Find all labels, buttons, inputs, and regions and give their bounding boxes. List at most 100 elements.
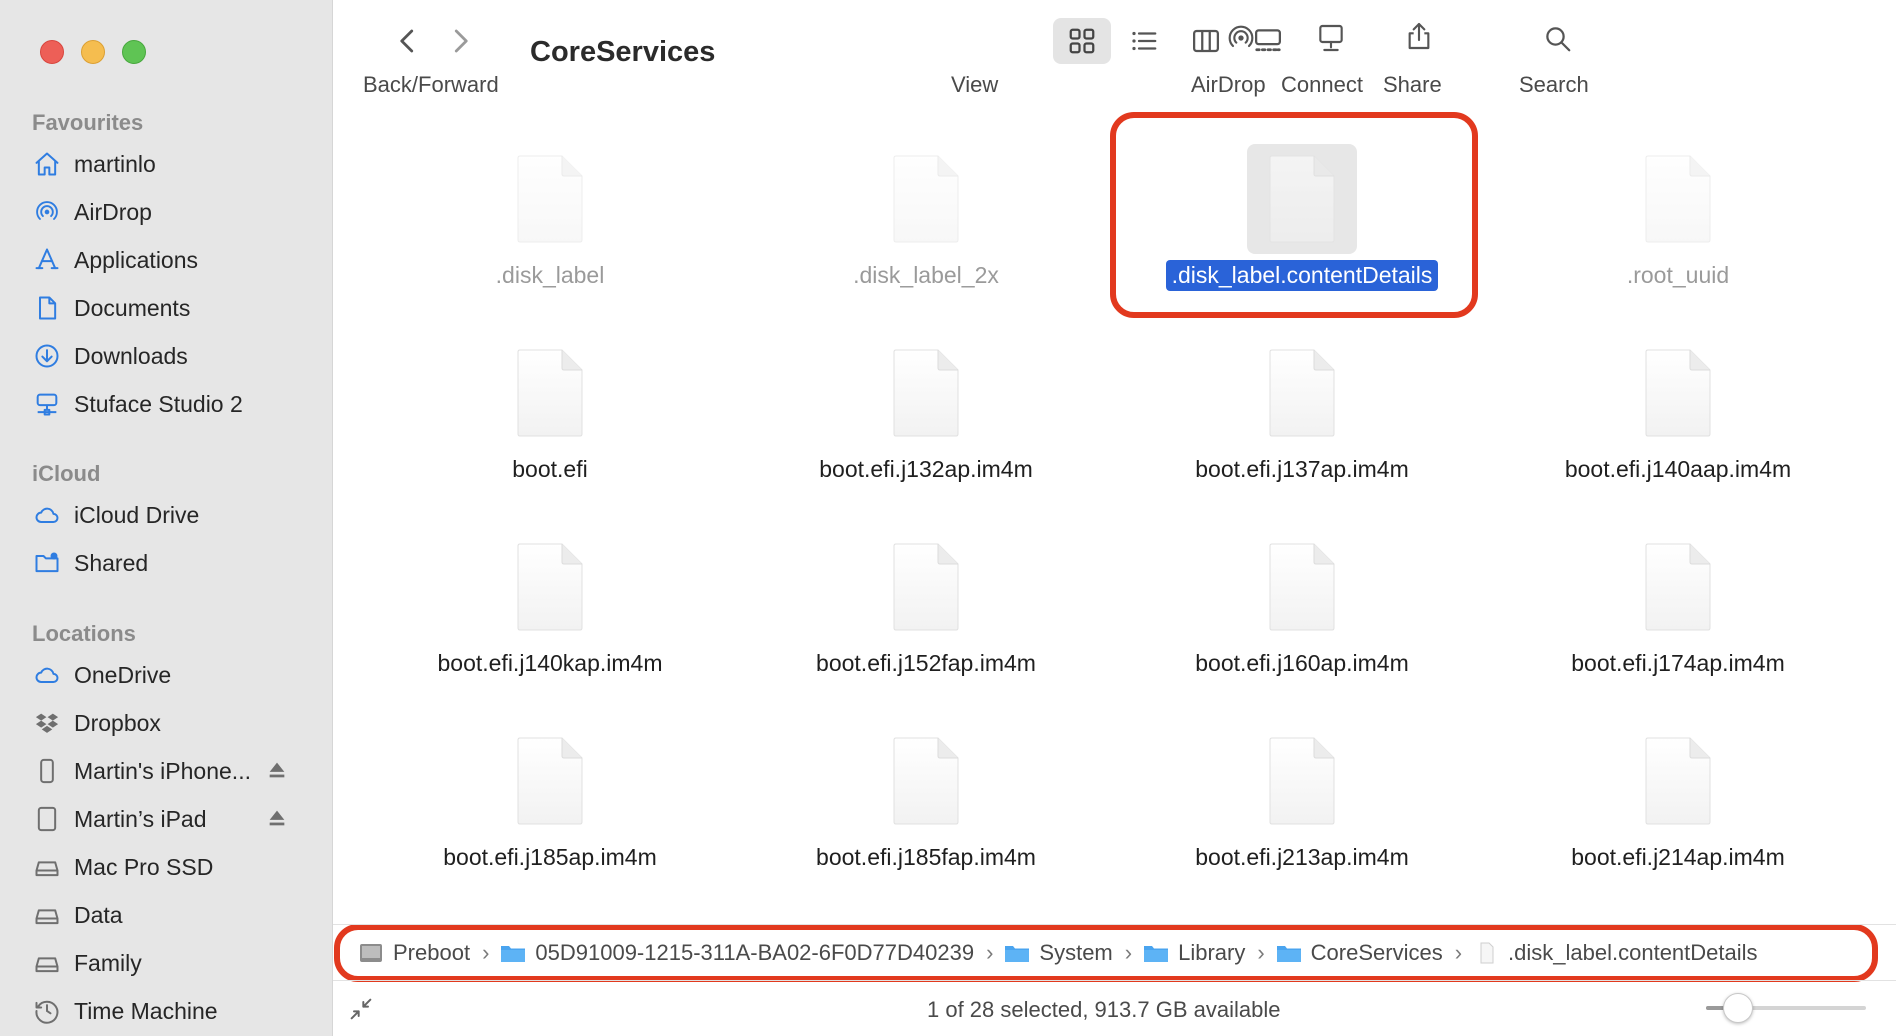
view-label: View	[951, 72, 999, 97]
file-item[interactable]: boot.efi.j137ap.im4m	[1112, 338, 1492, 518]
sidebar-item-stuface-studio-2[interactable]: Stuface Studio 2	[32, 384, 302, 424]
shared-folder-icon	[32, 548, 62, 578]
file-item[interactable]: .disk_label	[360, 144, 740, 324]
sidebar-item-martin-s-ipad[interactable]: Martin’s iPad	[32, 799, 302, 839]
file-item[interactable]: boot.efi.j152fap.im4m	[736, 532, 1116, 712]
disk-icon	[32, 948, 62, 978]
sidebar-item-family[interactable]: Family	[32, 943, 302, 983]
document-icon	[1247, 144, 1357, 254]
file-name: .root_uuid	[1626, 262, 1730, 288]
breadcrumb-label: CoreServices	[1310, 939, 1443, 965]
sidebar-item-mac-pro-ssd[interactable]: Mac Pro SSD	[32, 847, 302, 887]
network-drive-icon	[32, 389, 62, 419]
slider-knob[interactable]	[1723, 993, 1753, 1023]
sidebar-item-data[interactable]: Data	[32, 895, 302, 935]
breadcrumb-label: System	[1039, 939, 1113, 965]
sidebar-item-documents[interactable]: Documents	[32, 288, 302, 328]
close-button[interactable]	[40, 40, 64, 64]
file-item[interactable]: boot.efi.j185ap.im4m	[360, 726, 740, 906]
breadcrumb-item[interactable]: Preboot	[357, 940, 470, 966]
breadcrumb-item[interactable]: CoreServices	[1275, 940, 1443, 966]
sidebar-item-icloud-drive[interactable]: iCloud Drive	[32, 495, 302, 535]
sidebar-item-martin-s-iphone[interactable]: Martin's iPhone...	[32, 751, 302, 791]
sidebar-item-label: iCloud Drive	[74, 501, 200, 528]
folder-icon	[1003, 941, 1031, 965]
search-button[interactable]: Search	[1513, 0, 1603, 104]
back-button[interactable]	[393, 24, 423, 58]
sidebar-section-icloud: iCloud	[32, 461, 101, 486]
file-name: boot.efi.j185fap.im4m	[816, 844, 1036, 870]
sidebar-item-downloads[interactable]: Downloads	[32, 336, 302, 376]
document-icon	[1247, 338, 1357, 448]
breadcrumb-item[interactable]: 05D91009-1215-311A-BA02-6F0D77D40239	[499, 940, 974, 966]
search-icon	[1546, 27, 1571, 52]
sidebar-item-onedrive[interactable]: OneDrive	[32, 655, 302, 695]
file-item[interactable]: boot.efi.j160ap.im4m	[1112, 532, 1492, 712]
file-item[interactable]: boot.efi.j185fap.im4m	[736, 726, 1116, 906]
file-item[interactable]: boot.efi.j140aap.im4m	[1488, 338, 1868, 518]
path-bar: Preboot › 05D91009-1215-311A-BA02-6F0D77D4…	[333, 924, 1896, 980]
icon-view-button[interactable]	[1053, 18, 1111, 64]
file-item[interactable]: .disk_label_2x	[736, 144, 1116, 324]
sidebar-item-time-machine[interactable]: Time Machine	[32, 991, 302, 1031]
share-icon	[1408, 22, 1430, 50]
chevron-right-icon: ›	[1124, 939, 1133, 965]
share-button[interactable]: Share	[1383, 0, 1463, 104]
eject-icon[interactable]	[266, 759, 288, 781]
folder-icon	[1142, 941, 1170, 965]
sidebar-section-favourites: Favourites	[32, 110, 144, 135]
share-label: Share	[1383, 72, 1442, 97]
collapse-icon[interactable]	[347, 995, 375, 1023]
breadcrumb-item[interactable]: Library	[1142, 940, 1245, 966]
file-item[interactable]: boot.efi.j140kap.im4m	[360, 532, 740, 712]
minimize-button[interactable]	[81, 40, 105, 64]
applications-icon	[32, 245, 62, 275]
chevron-right-icon: ›	[1257, 939, 1265, 965]
window-title: CoreServices	[530, 36, 716, 68]
sidebar-item-label: Dropbox	[74, 709, 161, 736]
sidebar-item-applications[interactable]: Applications	[32, 240, 302, 280]
file-name: boot.efi.j137ap.im4m	[1195, 456, 1409, 482]
connect-button[interactable]: Connect	[1281, 0, 1381, 104]
file-item[interactable]: boot.efi	[360, 338, 740, 518]
file-name: boot.efi.j140aap.im4m	[1564, 456, 1792, 482]
airdrop-icon	[32, 197, 62, 227]
sidebar-item-label: Stuface Studio 2	[74, 390, 243, 417]
window-controls	[40, 40, 146, 64]
zoom-button[interactable]	[122, 40, 146, 64]
sidebar-item-label: Applications	[74, 246, 199, 273]
status-text: 1 of 28 selected, 913.7 GB available	[927, 997, 1281, 1022]
file-item[interactable]: .root_uuid	[1488, 144, 1868, 324]
sidebar-item-shared[interactable]: Shared	[32, 543, 302, 583]
file-name: boot.efi.j152fap.im4m	[816, 650, 1036, 676]
breadcrumb-item[interactable]: System	[1003, 939, 1113, 966]
sidebar-item-label: Family	[74, 949, 142, 976]
eject-icon[interactable]	[266, 807, 288, 829]
file-name: boot.efi.j214ap.im4m	[1571, 844, 1785, 870]
file-item[interactable]: boot.efi.j214ap.im4m	[1488, 726, 1868, 906]
sidebar-item-label: OneDrive	[74, 661, 172, 688]
document-icon	[1247, 532, 1357, 642]
forward-button[interactable]	[445, 24, 475, 58]
sidebar-item-martinlo[interactable]: martinlo	[32, 144, 302, 184]
breadcrumb-label: 05D91009-1215-311A-BA02-6F0D77D40239	[535, 939, 975, 965]
file-name: boot.efi.j174ap.im4m	[1571, 650, 1785, 676]
file-name: .disk_label	[495, 262, 605, 288]
file-item[interactable]: boot.efi.j213ap.im4m	[1112, 726, 1492, 906]
file-name: boot.efi.j185ap.im4m	[443, 844, 657, 870]
sidebar-item-airdrop[interactable]: AirDrop	[32, 192, 302, 232]
sidebar-item-dropbox[interactable]: Dropbox	[32, 703, 302, 743]
folder-icon	[1275, 941, 1303, 965]
document-icon	[495, 338, 605, 448]
sidebar: Favourites martinlo AirDrop Applications Do…	[0, 0, 333, 1036]
file-item-selected[interactable]: .disk_label.contentDetails	[1112, 144, 1492, 324]
document-icon	[871, 338, 981, 448]
icon-size-slider[interactable]	[1706, 993, 1866, 1023]
file-item[interactable]: boot.efi.j132ap.im4m	[736, 338, 1116, 518]
file-name: boot.efi.j132ap.im4m	[819, 456, 1033, 482]
disk-icon	[32, 852, 62, 882]
file-item[interactable]: boot.efi.j174ap.im4m	[1488, 532, 1868, 712]
airdrop-button[interactable]: AirDrop	[1191, 0, 1291, 104]
list-view-button[interactable]	[1115, 18, 1173, 64]
breadcrumb-item[interactable]: .disk_label.contentDetails	[1472, 940, 1758, 966]
